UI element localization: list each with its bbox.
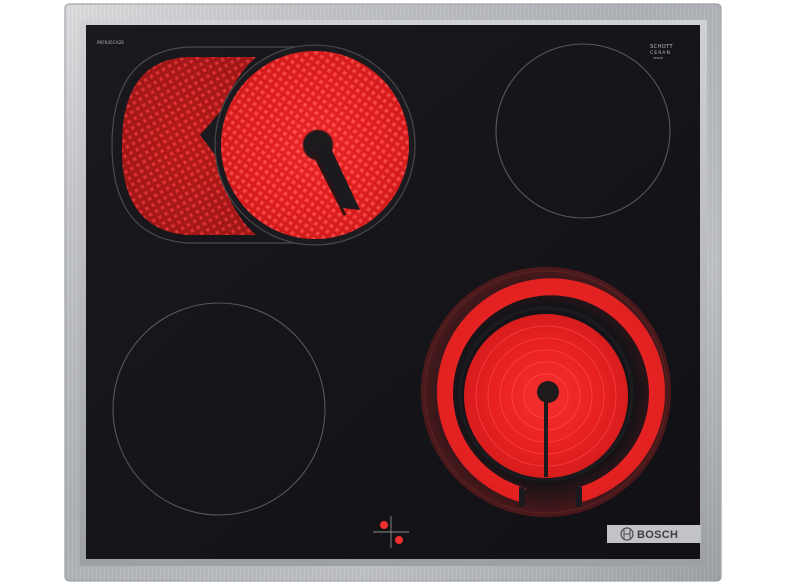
brand-badge: BOSCH bbox=[607, 525, 701, 543]
cooking-zone-top-left bbox=[111, 44, 416, 246]
svg-text:SCHOTT: SCHOTT bbox=[650, 44, 673, 50]
hob-illustration: PKF645CA2E SCHOTT CERAN CERAN BOSCH bbox=[64, 3, 722, 582]
svg-text:CERAN: CERAN bbox=[653, 56, 663, 60]
cooking-zone-bottom-right bbox=[421, 267, 671, 517]
model-code: PKF645CA2E bbox=[97, 40, 124, 45]
inner-coil-lead bbox=[544, 393, 548, 477]
indicator-active-zone-bottom-right bbox=[395, 536, 403, 544]
brand-name: BOSCH bbox=[637, 529, 678, 541]
indicator-active-zone-top-left bbox=[380, 521, 388, 529]
hob-photo: PKF645CA2E SCHOTT CERAN CERAN BOSCH bbox=[0, 0, 786, 587]
